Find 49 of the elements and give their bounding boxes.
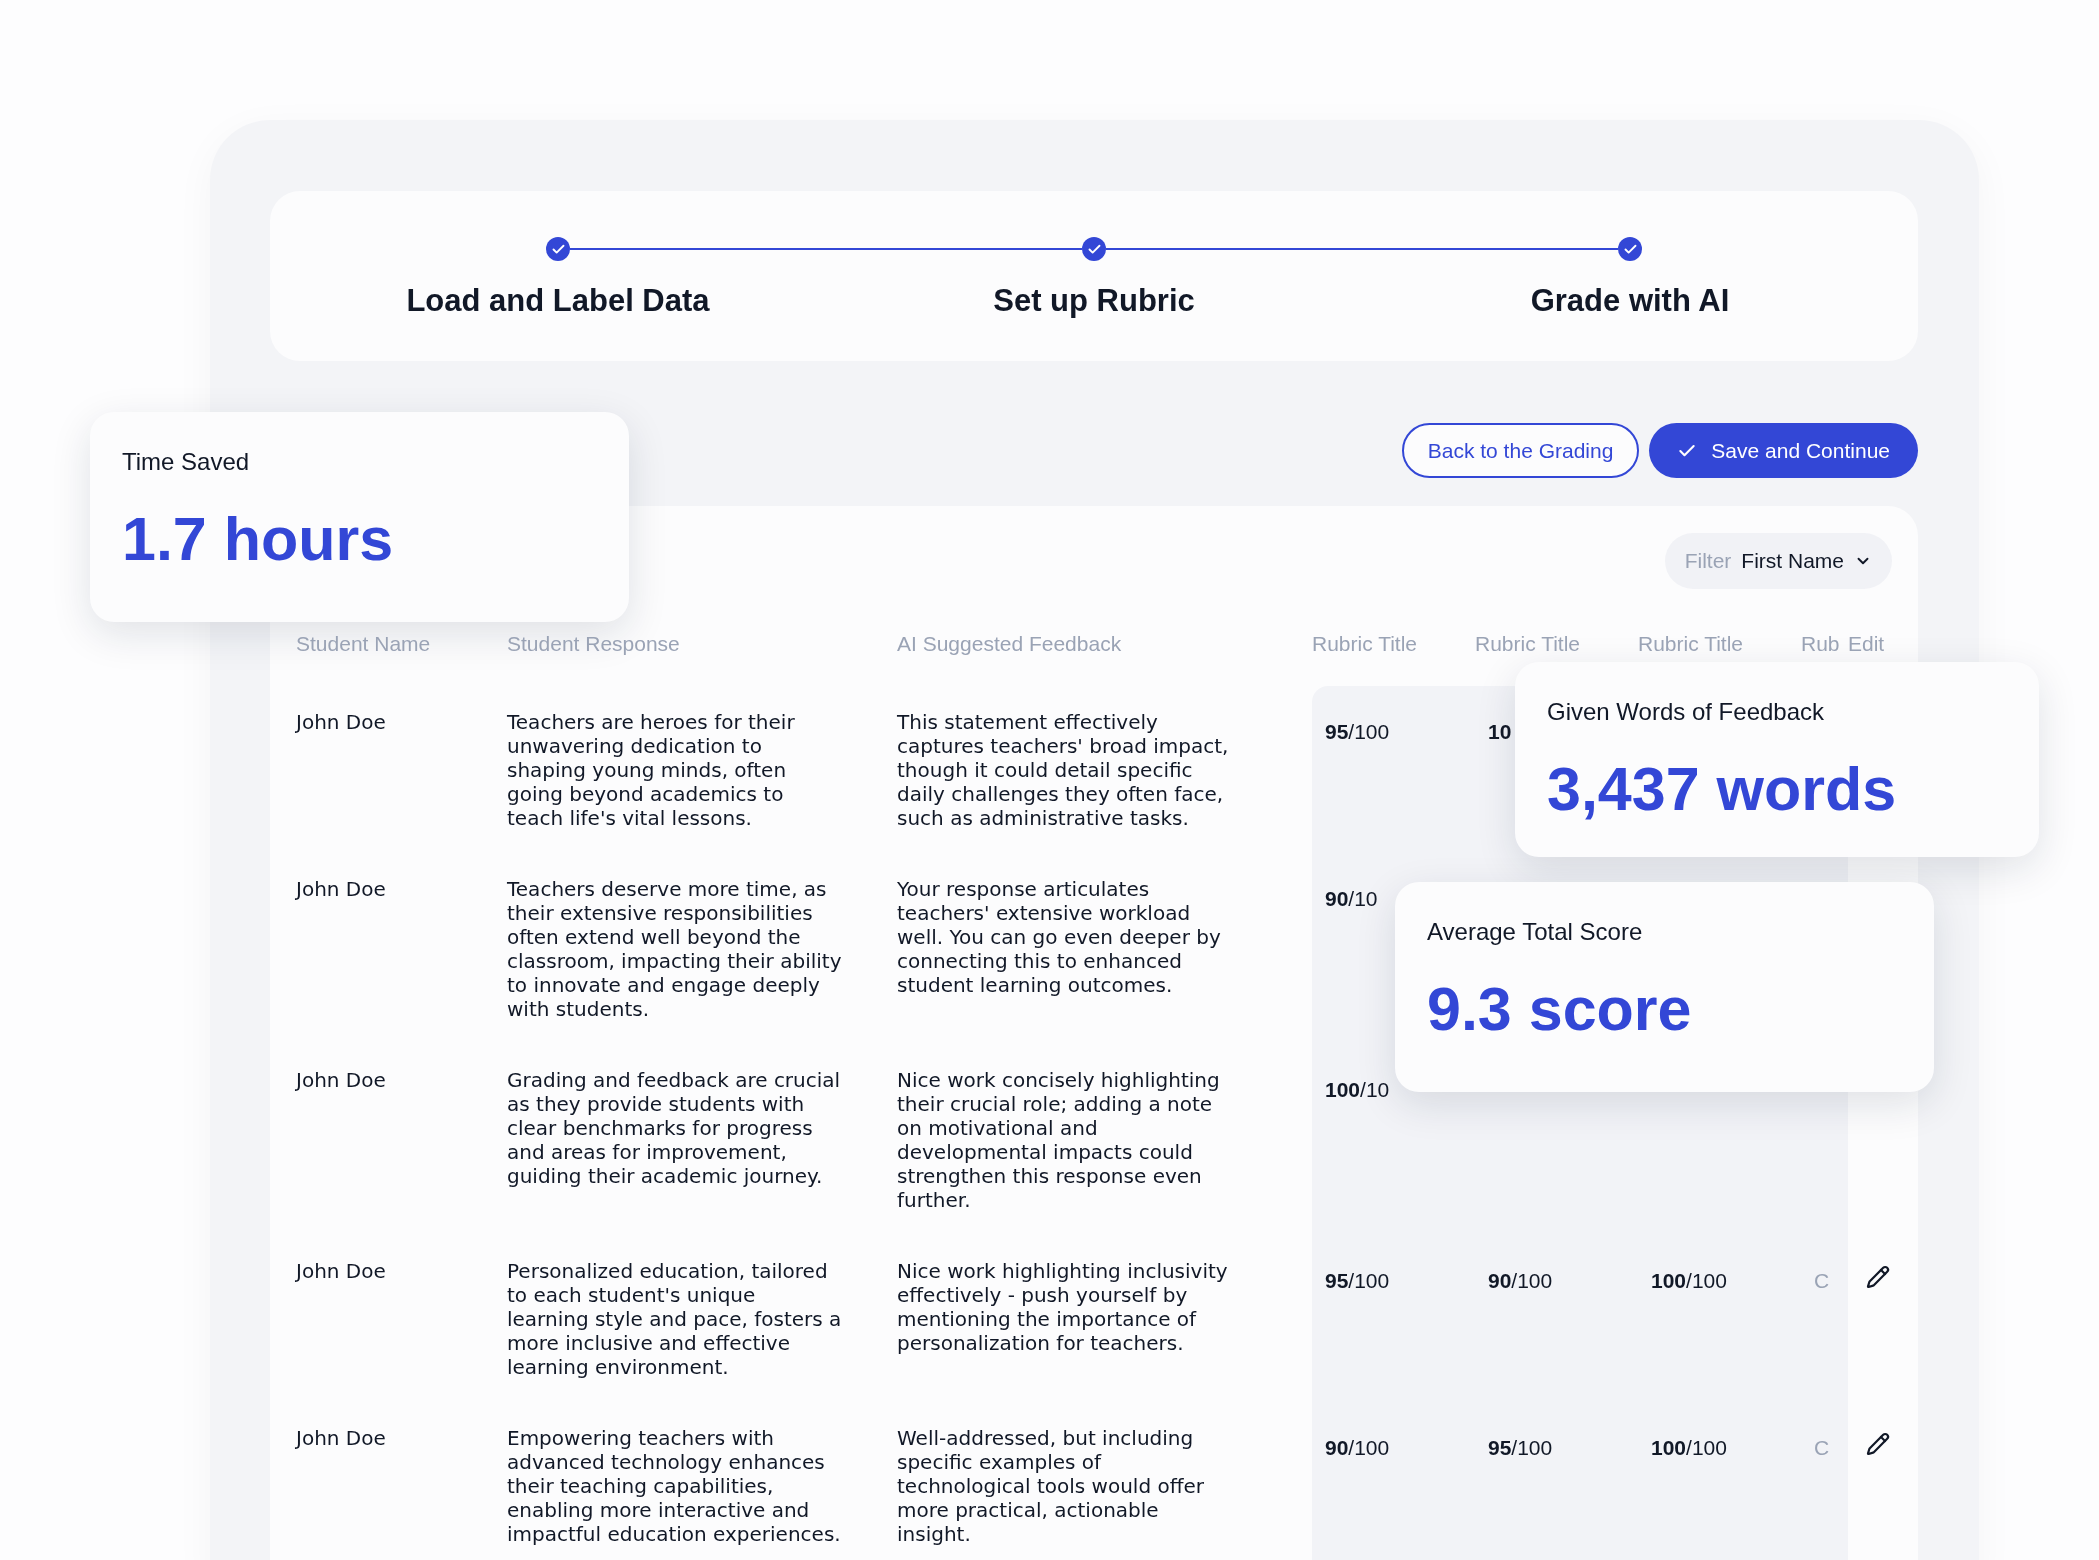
stat-value: 3,437 words <box>1547 756 1898 824</box>
score-text: C <box>1814 1269 1830 1292</box>
stat-value: 1.7 hours <box>122 506 395 574</box>
student-response: Grading and feedback are crucial as they provide students with clear benchmarks for progress and areas for improvement, guiding their academic journey. <box>507 1067 842 1190</box>
student-response: Personalized education, tailored to each student's unique learning style and pace, fosters a more inclusive and effective learning environment. <box>507 1258 842 1381</box>
score-text: 90/100 <box>1325 1436 1390 1459</box>
column-header: Student Name <box>296 632 432 657</box>
ai-feedback: Nice work concisely highlighting their crucial role; adding a note on motivational and developmental impacts could strengthen this response even further. <box>897 1067 1221 1214</box>
score-text: 95/100 <box>1488 1436 1553 1459</box>
column-header: Student Response <box>507 632 681 657</box>
ai-feedback: This statement effectively captures teachers' broad impact, though it could detail specific daily challenges they often face, such as administrative tasks. <box>897 709 1230 832</box>
stat-label: Given Words of Feedback <box>1547 698 1826 726</box>
column-header: Rubric Title <box>1638 632 1745 657</box>
step-label: Set up Rubric <box>993 283 1195 319</box>
score-text: 100/100 <box>1651 1269 1727 1292</box>
filter-dropdown[interactable]: Filter First Name <box>1664 533 1892 589</box>
ai-feedback: Nice work highlighting inclusivity effectively - push yourself by mentioning the importance of personalization for teachers. <box>897 1258 1229 1357</box>
stat-label: Time Saved <box>122 448 251 476</box>
student-name: John Doe <box>296 1067 387 1094</box>
column-header: Rub <box>1801 632 1841 657</box>
score-text: 100/10 <box>1325 1078 1390 1101</box>
step-label: Load and Label Data <box>406 283 710 319</box>
score-text: 90/100 <box>1488 1269 1553 1292</box>
score-text: C <box>1814 1436 1830 1459</box>
edit-icon[interactable] <box>1866 1265 1890 1289</box>
score-text: 10 <box>1488 720 1512 743</box>
edit-icon[interactable] <box>1866 1432 1890 1456</box>
score-text: 95/100 <box>1325 1269 1390 1292</box>
student-response: Teachers are heroes for their unwavering dedication to shaping young minds, often going beyond academics to teach life's vital lessons. <box>507 709 796 832</box>
ai-feedback: Your response articulates teachers' extensive workload well. You can go even deeper by connecting this to enhanced student learning outcomes. <box>897 876 1222 999</box>
column-header: Edit <box>1848 632 1886 657</box>
stat-label: Average Total Score <box>1427 918 1644 946</box>
save-button[interactable]: Save and Continue <box>1649 423 1918 478</box>
column-header: AI Suggested Feedback <box>897 632 1123 657</box>
score-text: 95/100 <box>1325 720 1390 743</box>
stat-value: 9.3 score <box>1427 976 1693 1044</box>
back-button[interactable]: Back to the Grading <box>1401 423 1640 478</box>
student-name: John Doe <box>296 709 387 736</box>
step-label: Grade with AI <box>1530 283 1730 319</box>
student-name: John Doe <box>296 1425 387 1452</box>
score-text: 100/100 <box>1651 1436 1727 1459</box>
column-header: Rubric Title <box>1475 632 1582 657</box>
ai-feedback: Well-addressed, but including specific examples of technological tools would offer more practical, actionable insight. <box>897 1425 1205 1548</box>
student-response: Teachers deserve more time, as their extensive responsibilities often extend well beyond the classroom, impacting their ability to innovate and engage deeply with students. <box>507 876 842 1023</box>
student-name: John Doe <box>296 876 387 903</box>
student-name: John Doe <box>296 1258 387 1285</box>
student-response: Empowering teachers with advanced technology enhances their teaching capabilities, enabling more interactive and impactful education experiences. <box>507 1425 842 1548</box>
column-header: Rubric Title <box>1312 632 1419 657</box>
score-text: 90/10 <box>1325 887 1378 910</box>
